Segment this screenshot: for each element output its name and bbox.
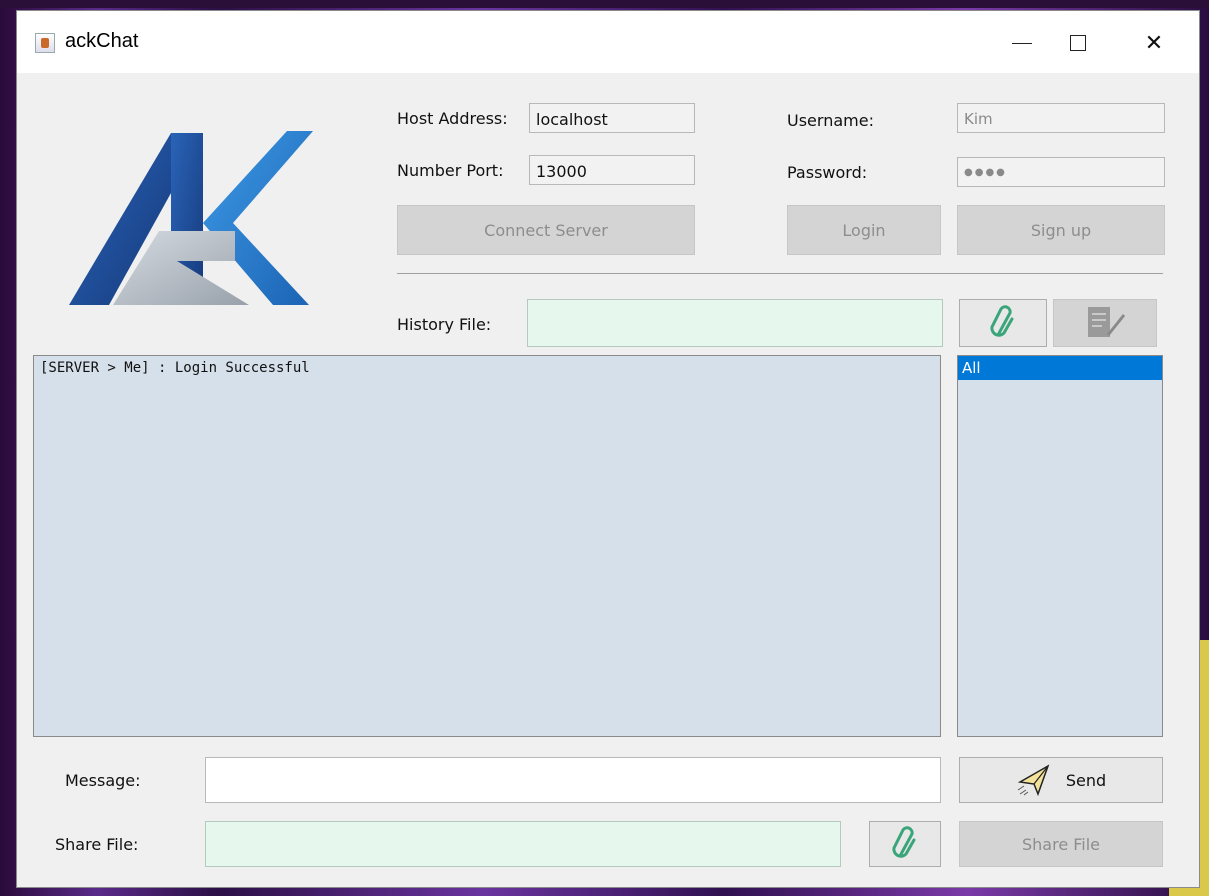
chat-message: [SERVER > Me] : Login Successful [40,360,310,376]
ack-logo [69,131,313,305]
app-window: ackChat ✕ Host Address: localhost Number… [16,10,1200,888]
sign-up-button[interactable]: Sign up [957,205,1165,255]
share-file-label: Share File: [55,835,139,854]
history-attach-button[interactable] [959,299,1047,347]
history-file-label: History File: [397,315,492,334]
login-button[interactable]: Login [787,205,941,255]
desktop-strip [0,0,1209,8]
close-button[interactable]: ✕ [1129,25,1179,61]
username-input[interactable]: Kim [957,103,1165,133]
history-file-input[interactable] [527,299,943,347]
password-label: Password: [787,163,868,182]
paper-plane-icon [1017,764,1050,796]
send-button[interactable]: Send [959,757,1163,803]
maximize-icon [1070,35,1086,51]
chat-log[interactable]: [SERVER > Me] : Login Successful [33,355,941,737]
username-label: Username: [787,111,874,130]
logo-k-arm [203,131,313,305]
message-input[interactable] [205,757,941,803]
paperclip-icon [892,826,916,858]
message-label: Message: [65,771,141,790]
document-edit-icon [1088,307,1126,337]
user-list[interactable]: All [957,355,1163,737]
main-panel: Host Address: localhost Number Port: 130… [17,73,1199,889]
close-icon: ✕ [1144,30,1164,56]
header-separator [397,273,1163,274]
window-title: ackChat [65,30,139,52]
host-address-input[interactable]: localhost [529,103,695,133]
number-port-label: Number Port: [397,161,504,180]
java-app-icon [35,33,55,53]
host-address-label: Host Address: [397,109,508,128]
history-edit-button[interactable] [1053,299,1157,347]
connect-server-button[interactable]: Connect Server [397,205,695,255]
user-list-item-all[interactable]: All [958,356,1162,380]
number-port-input[interactable]: 13000 [529,155,695,185]
share-file-button[interactable]: Share File [959,821,1163,867]
minimize-icon [1012,42,1032,44]
send-button-label: Send [1065,770,1107,790]
password-input[interactable]: ●●●● [957,157,1165,187]
title-bar[interactable]: ackChat ✕ [17,11,1199,73]
share-file-input[interactable] [205,821,841,867]
share-attach-button[interactable] [869,821,941,867]
paperclip-icon [990,305,1014,337]
minimize-button[interactable] [997,25,1047,61]
maximize-button[interactable] [1053,25,1103,61]
